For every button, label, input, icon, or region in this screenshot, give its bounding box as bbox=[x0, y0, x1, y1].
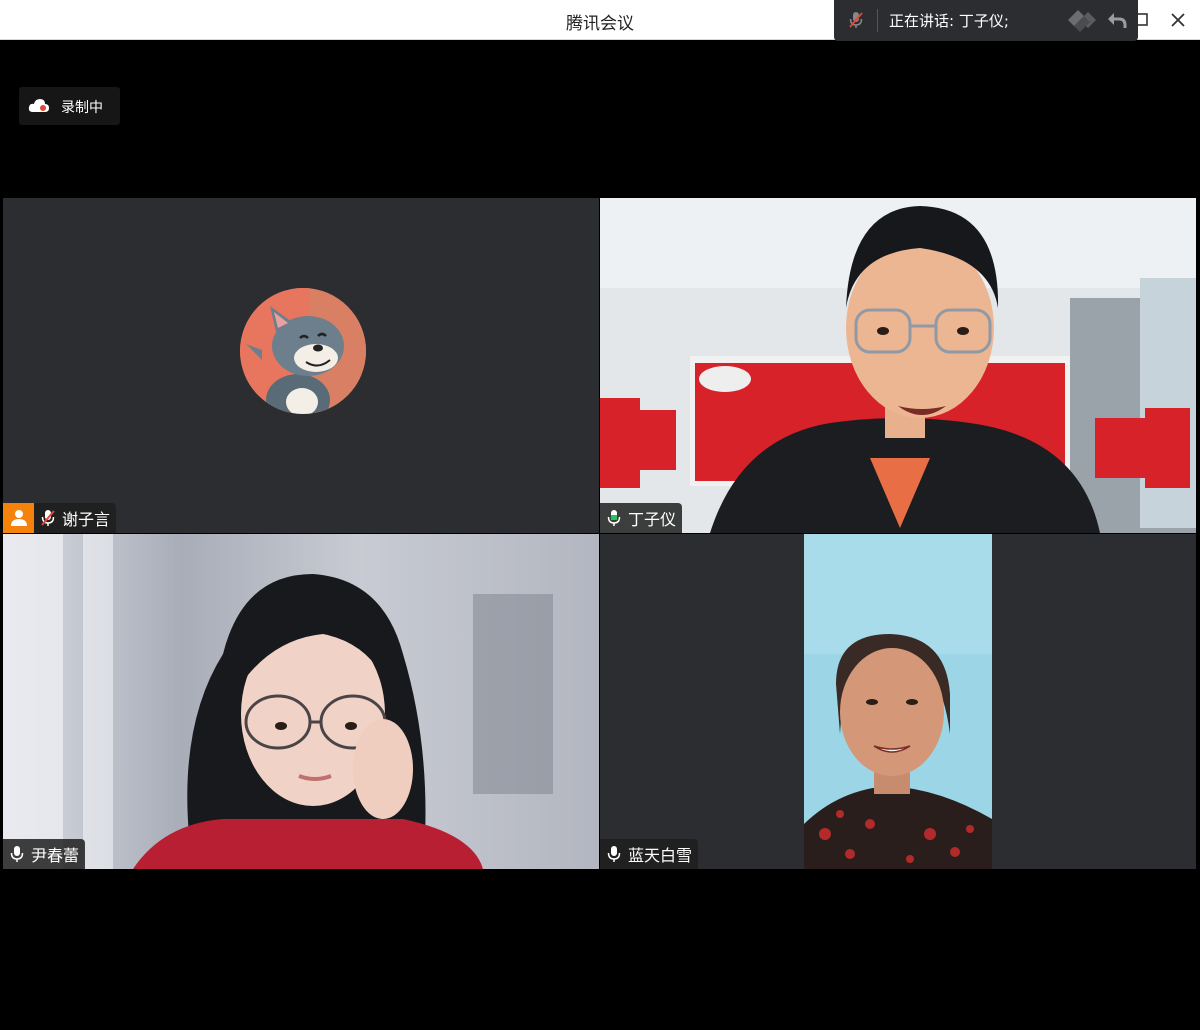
participant-name: 尹春蕾 bbox=[31, 846, 80, 865]
video-tile-participant-2[interactable]: 丁子仪 bbox=[600, 198, 1196, 533]
recording-label: 录制中 bbox=[61, 100, 103, 116]
video-tile-participant-4[interactable]: 蓝天白雪 bbox=[600, 534, 1196, 869]
video-tile-participant-3[interactable]: 尹春蕾 bbox=[3, 534, 599, 869]
close-icon bbox=[1171, 13, 1185, 27]
host-user-icon bbox=[10, 510, 27, 526]
participant-nametag: 谢子言 bbox=[34, 503, 117, 533]
video-frame-image bbox=[600, 198, 1196, 533]
divider bbox=[877, 9, 878, 32]
participant-nametag: 蓝天白雪 bbox=[600, 839, 699, 869]
participant-nametag: 尹春蕾 bbox=[3, 839, 86, 869]
video-tile-participant-1[interactable]: 谢子言 bbox=[3, 198, 599, 533]
participant-name: 谢子言 bbox=[62, 510, 111, 529]
avatar bbox=[240, 288, 366, 414]
speaking-text: 正在讲话: 丁子仪; bbox=[889, 12, 1009, 30]
mic-muted-icon bbox=[849, 12, 863, 28]
participant-name: 蓝天白雪 bbox=[628, 846, 693, 865]
camera-feed bbox=[600, 534, 1196, 869]
cloud-icon bbox=[28, 99, 49, 112]
cartoon-cat-avatar-icon bbox=[240, 288, 366, 414]
speaking-indicator: 正在讲话: 丁子仪; bbox=[834, 0, 1138, 41]
recording-badge[interactable]: 录制中 bbox=[19, 87, 120, 125]
host-badge bbox=[3, 503, 34, 533]
mic-muted-icon bbox=[41, 510, 55, 526]
participant-nametag: 丁子仪 bbox=[600, 503, 683, 533]
undo-icon[interactable] bbox=[1104, 8, 1128, 32]
mic-icon bbox=[607, 846, 621, 862]
tencent-meeting-logo-icon bbox=[1068, 10, 1096, 32]
participant-name: 丁子仪 bbox=[628, 510, 677, 529]
mic-icon bbox=[10, 846, 24, 862]
video-frame-image bbox=[600, 534, 1196, 869]
close-button[interactable] bbox=[1166, 8, 1190, 32]
video-frame-image bbox=[3, 534, 599, 869]
mic-active-icon bbox=[607, 510, 621, 526]
camera-feed bbox=[3, 534, 599, 869]
camera-feed bbox=[600, 198, 1196, 533]
